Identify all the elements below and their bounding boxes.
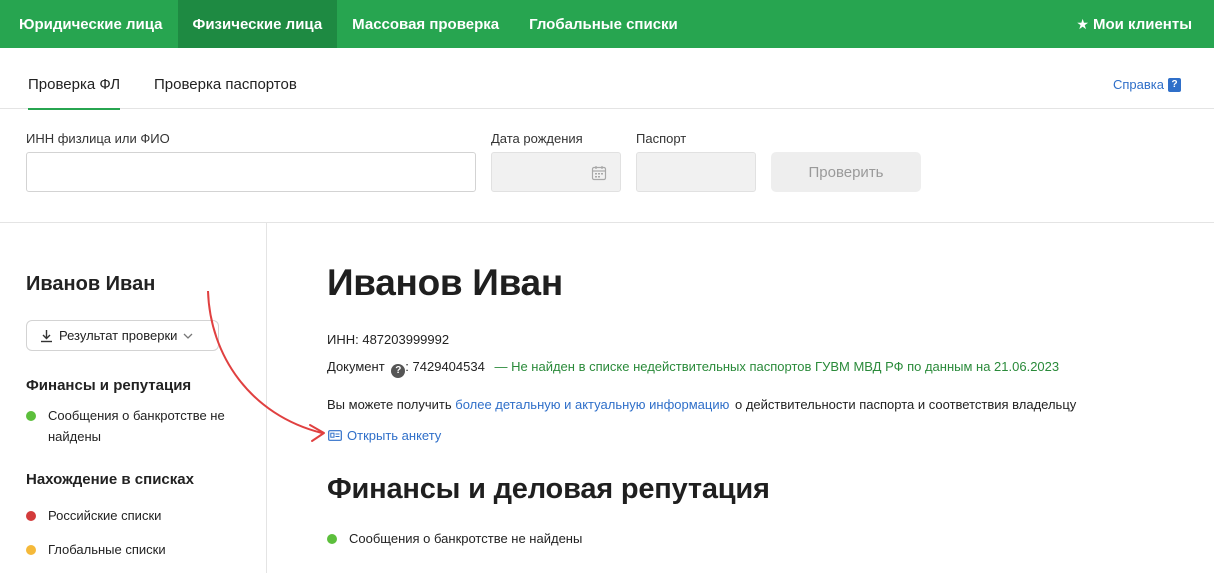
info-line: Вы можете получить более детальную и акт… [327,397,1077,412]
sidebar-item-russian-lists[interactable]: Российские списки [26,505,161,526]
inn-label: ИНН физлица или ФИО [26,131,170,146]
my-clients-label: Мои клиенты [1092,15,1192,33]
sidebar-item-label: Глобальные списки [48,542,166,557]
sidebar-item-bankruptcy[interactable]: Сообщения о банкротстве не найдены [26,405,225,447]
nav-item-bulk-check[interactable]: Массовая проверка [337,0,514,48]
divider [0,222,1214,223]
question-icon: ? [1168,77,1181,92]
status-dot-yellow [26,545,36,555]
check-result-dropdown[interactable]: Результат проверки [26,320,219,351]
sidebar-item-global-lists[interactable]: Глобальные списки [26,539,166,560]
my-clients-link[interactable]: ★ Мои клиенты [1076,0,1214,48]
finance-item-label: Сообщения о банкротстве не найдены [349,531,583,546]
finance-item-bankruptcy: Сообщения о банкротстве не найдены [327,529,582,549]
red-arrow-annotation [207,290,325,442]
open-form-link[interactable]: Открыть анкету [328,428,441,443]
document-number: : 7429404534 [405,359,485,374]
inn-input[interactable] [26,152,476,192]
detailed-info-link[interactable]: более детальную и актуальную информацию [455,397,729,412]
sidebar-section-finance[interactable]: Финансы и репутация [26,377,191,394]
check-button[interactable]: Проверить [771,152,921,192]
status-dot-green [26,411,36,421]
status-dot-red [26,511,36,521]
help-link[interactable]: Справка ? [1113,77,1181,92]
nav-item-legal-entities[interactable]: Юридические лица [0,0,178,48]
sidebar-item-label: Российские списки [48,508,162,523]
birth-date-label: Дата рождения [491,131,583,146]
status-dot-green [327,534,337,544]
document-status: — Не найден в списке недействительных па… [494,359,1060,374]
open-form-label: Открыть анкету [347,428,442,443]
sub-tabs: Проверка ФЛ Проверка паспортов Справка ? [0,48,1214,110]
calendar-icon[interactable] [591,165,607,181]
nav-item-global-lists[interactable]: Глобальные списки [514,0,693,48]
tab-individual-check[interactable]: Проверка ФЛ [28,76,121,110]
sidebar-item-label: Сообщения о банкротстве не найдены [48,408,225,444]
inn-value: ИНН: 487203999992 [327,332,450,347]
document-line: Документ ?: 7429404534 — Не найден в спи… [327,359,1059,378]
sidebar-section-lists[interactable]: Нахождение в списках [26,471,194,488]
finance-section-title: Финансы и деловая репутация [327,473,770,505]
birth-date-input[interactable] [491,152,621,192]
passport-label: Паспорт [636,131,687,146]
sidebar-person-name: Иванов Иван [26,273,156,295]
passport-input[interactable] [636,152,756,192]
help-label: Справка [1113,77,1164,92]
star-icon: ★ [1076,15,1089,32]
top-navigation: Юридические лица Физические лица Массова… [0,0,1214,48]
chevron-down-icon [183,333,193,339]
download-icon [41,329,52,342]
nav-item-individuals[interactable]: Физические лица [177,0,338,48]
page-title: Иванов Иван [327,262,563,303]
check-result-label: Результат проверки [59,328,178,343]
tab-passport-check[interactable]: Проверка паспортов [154,76,297,93]
question-icon[interactable]: ? [391,364,406,378]
